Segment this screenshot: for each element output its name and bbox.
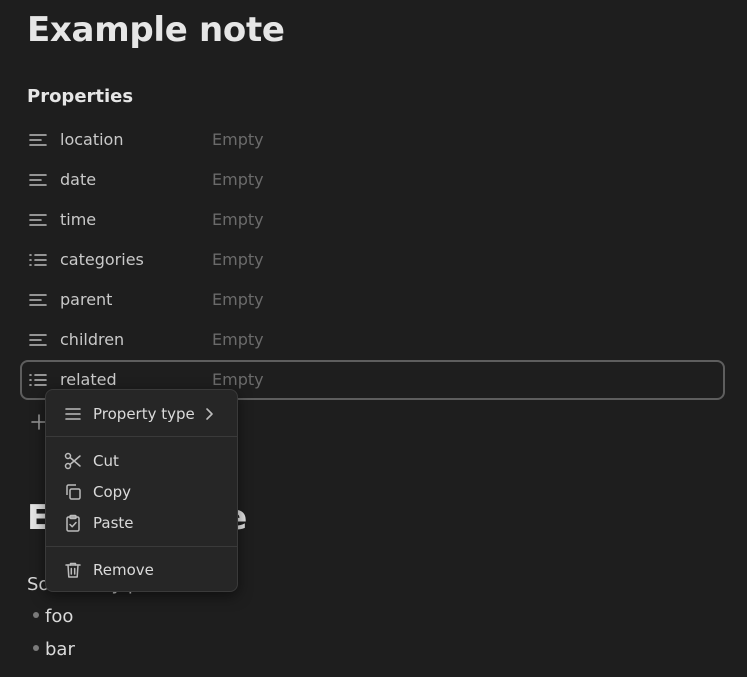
menu-item-remove[interactable]: Remove [52,556,232,584]
property-name[interactable]: location [60,130,123,149]
menu-item-label: Property type [93,405,195,423]
list-icon[interactable] [29,372,47,388]
property-name[interactable]: children [60,330,124,349]
property-value[interactable]: Empty [212,130,264,149]
property-row-categories[interactable]: categories Empty [20,240,725,280]
property-row-children[interactable]: children Empty [20,320,725,360]
property-value[interactable]: Empty [212,290,264,309]
menu-item-label: Cut [93,452,119,470]
property-name[interactable]: time [60,210,96,229]
copy-icon [64,483,82,501]
list-icon[interactable] [29,252,47,268]
text-lines-icon[interactable] [29,332,47,348]
property-value[interactable]: Empty [212,330,264,349]
scissors-icon [64,452,82,470]
list-item[interactable]: foo [27,606,73,627]
clipboard-check-icon [64,514,82,532]
note-title[interactable]: Example note [27,10,285,50]
property-value[interactable]: Empty [212,250,264,269]
text-lines-icon[interactable] [29,292,47,308]
property-row-parent[interactable]: parent Empty [20,280,725,320]
property-name[interactable]: related [60,370,117,389]
property-row-location[interactable]: location Empty [20,120,725,160]
property-value[interactable]: Empty [212,210,264,229]
property-value[interactable]: Empty [212,370,264,389]
menu-item-cut[interactable]: Cut [52,447,232,475]
bullet-dot-icon [33,612,39,618]
text-lines-icon[interactable] [29,132,47,148]
list-item-text: bar [45,639,75,660]
text-lines-icon[interactable] [29,172,47,188]
list-item-text: foo [45,606,74,627]
list-item[interactable]: bar [27,639,75,660]
text-lines-icon[interactable] [29,212,47,228]
property-name[interactable]: parent [60,290,112,309]
menu-item-property-type[interactable]: Property type [52,400,232,428]
property-context-menu: Property type Cut Copy Paste Remove [45,389,238,592]
menu-item-label: Remove [93,561,154,579]
chevron-right-icon [204,407,216,421]
menu-item-copy[interactable]: Copy [52,478,232,506]
menu-item-label: Paste [93,514,134,532]
menu-item-label: Copy [93,483,132,501]
text-lines-icon [64,405,82,423]
menu-item-paste[interactable]: Paste [52,509,232,537]
property-row-date[interactable]: date Empty [20,160,725,200]
property-value[interactable]: Empty [212,170,264,189]
property-name[interactable]: categories [60,250,144,269]
bullet-dot-icon [33,645,39,651]
menu-separator [46,436,237,437]
property-name[interactable]: date [60,170,96,189]
property-row-time[interactable]: time Empty [20,200,725,240]
menu-separator [46,546,237,547]
properties-heading[interactable]: Properties [27,86,133,107]
trash-icon [64,561,82,579]
